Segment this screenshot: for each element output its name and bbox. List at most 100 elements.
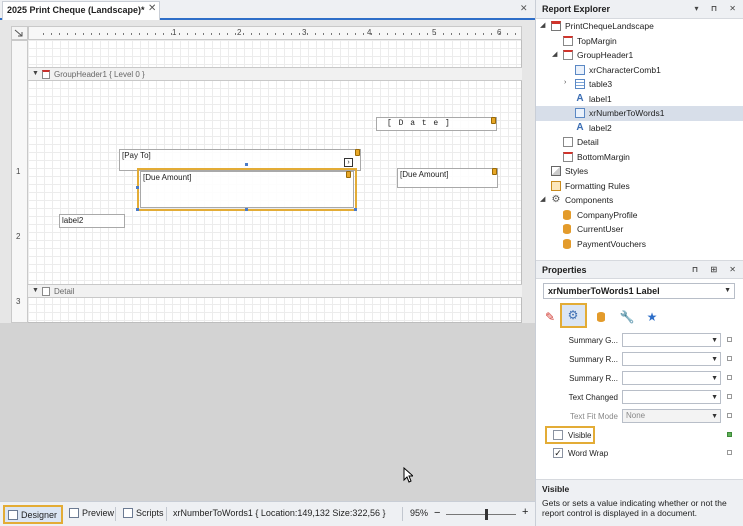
property-marker[interactable] xyxy=(727,413,732,418)
property-marker[interactable] xyxy=(727,375,732,380)
property-value-dropdown[interactable]: ▼ xyxy=(622,390,721,404)
property-value-dropdown[interactable]: ▼ xyxy=(622,352,721,366)
gear-icon: ⚙ xyxy=(551,194,561,205)
ruler-vertical[interactable]: 1 2 3 xyxy=(11,40,28,323)
group-header-band-strip[interactable]: ▼ GroupHeader1 { Level 0 } xyxy=(28,67,522,81)
detail-band-icon xyxy=(42,287,50,296)
scripts-tab-button[interactable]: Scripts xyxy=(120,505,167,524)
tree-item[interactable]: › table3 xyxy=(536,77,743,92)
selected-object-combo[interactable]: xrNumberToWords1 Label ▼ xyxy=(543,283,735,299)
report-page[interactable]: ▼ GroupHeader1 { Level 0 } [ D a t e ] [… xyxy=(28,40,522,323)
ruler-number: 3 xyxy=(302,28,307,37)
resize-handle[interactable] xyxy=(136,186,139,189)
expander-icon[interactable]: › xyxy=(564,79,573,86)
designer-surface[interactable]: 1234567 123 ▼ GroupHeader1 { Level 0 } [… xyxy=(0,22,535,501)
tree-item-label: xrCharacterComb1 xyxy=(589,64,661,75)
property-marker[interactable] xyxy=(727,356,732,361)
resize-handle[interactable] xyxy=(136,208,139,211)
property-marker[interactable] xyxy=(727,394,732,399)
tree-item[interactable]: CurrentUser xyxy=(536,222,743,237)
property-value-dropdown[interactable]: None ▼ xyxy=(622,409,721,423)
close-icon[interactable]: ✕ xyxy=(148,3,156,14)
preview-tab-button[interactable]: Preview xyxy=(66,505,117,524)
resize-handle[interactable] xyxy=(245,208,248,211)
document-tab[interactable]: 2025 Print Cheque (Landscape)* xyxy=(2,1,160,20)
tree-item[interactable]: ◢ ⚙ Components xyxy=(536,193,743,208)
zoom-slider-thumb[interactable] xyxy=(484,509,488,520)
smart-tag-icon[interactable]: › xyxy=(344,158,353,167)
zoom-out-icon[interactable]: − xyxy=(434,507,440,519)
tabstrip-close-icon[interactable]: ✕ xyxy=(520,3,528,14)
property-marker[interactable] xyxy=(727,432,732,437)
control-tag-icon[interactable] xyxy=(491,117,496,124)
selected-object-name: xrNumberToWords1 Label xyxy=(548,286,660,296)
tree-item[interactable]: BottomMargin xyxy=(536,150,743,165)
control-tag-icon[interactable] xyxy=(355,149,360,156)
control-tag-icon[interactable] xyxy=(492,168,497,175)
ruler-tick xyxy=(299,33,300,35)
tree-item[interactable]: Alabel2 xyxy=(536,121,743,136)
collapse-arrow-icon[interactable]: ▼ xyxy=(32,70,39,77)
property-grid[interactable]: Summary G... ▼ Summary R... ▼ Summary R... ▼ T… xyxy=(536,330,743,470)
ruler-tick xyxy=(235,33,236,35)
tree-item[interactable]: xrNumberToWords1 xyxy=(536,106,743,121)
checkbox[interactable]: ✓ xyxy=(553,448,563,458)
tree-item[interactable]: xrCharacterComb1 xyxy=(536,63,743,78)
report-explorer-tree[interactable]: ◢ PrintChequeLandscape TopMargin ◢ GroupHead… xyxy=(536,19,743,259)
designer-tab-button[interactable]: Designer xyxy=(3,505,63,524)
pencil-icon[interactable]: ✎ xyxy=(542,309,558,325)
label2-control[interactable]: label2 xyxy=(59,214,125,228)
collapse-arrow-icon[interactable]: ▼ xyxy=(32,287,39,294)
property-value-dropdown[interactable]: ▼ xyxy=(622,371,721,385)
behavior-tab-selected[interactable]: ⚙ xyxy=(560,303,587,328)
property-value-dropdown[interactable]: ▼ xyxy=(622,333,721,347)
status-text: xrNumberToWords1 { Location:149,132 Size… xyxy=(173,508,386,518)
ruler-tick xyxy=(331,33,332,35)
right-dock-panel: Report Explorer ▾ ⊓ ✕ ◢ PrintChequeLandsc… xyxy=(535,0,743,526)
expander-icon[interactable]: ◢ xyxy=(540,21,549,29)
tree-item[interactable]: Styles xyxy=(536,164,743,179)
property-label: Summary G... xyxy=(568,336,618,345)
document-tab-title: 2025 Print Cheque (Landscape)* xyxy=(7,5,145,15)
band-icon xyxy=(563,151,573,162)
due-amount-label[interactable]: [Due Amount] xyxy=(397,168,498,188)
tree-item[interactable]: Formatting Rules xyxy=(536,179,743,194)
tree-item[interactable]: TopMargin xyxy=(536,34,743,49)
date-character-comb[interactable]: [ D a t e ] xyxy=(376,117,497,131)
tree-item[interactable]: CompanyProfile xyxy=(536,208,743,223)
expander-icon[interactable]: ◢ xyxy=(540,195,549,203)
database-icon[interactable] xyxy=(593,309,609,325)
tree-item[interactable]: ◢ PrintChequeLandscape xyxy=(536,19,743,34)
panel-window-buttons[interactable]: ⊓ ⊞ ✕ xyxy=(692,265,741,274)
zoom-slider-track[interactable] xyxy=(446,509,516,520)
resize-handle[interactable] xyxy=(354,208,357,211)
tree-item[interactable]: Alabel1 xyxy=(536,92,743,107)
ruler-horizontal[interactable]: 1234567 xyxy=(28,26,522,40)
wrench-icon[interactable]: 🔧 xyxy=(619,309,635,325)
tree-item[interactable]: Detail xyxy=(536,135,743,150)
ruler-tick xyxy=(155,33,156,35)
database-icon xyxy=(563,238,571,249)
property-marker[interactable] xyxy=(727,450,732,455)
tree-item[interactable]: ◢ GroupHeader1 xyxy=(536,48,743,63)
separator xyxy=(115,507,116,521)
property-marker[interactable] xyxy=(727,337,732,342)
resize-handle[interactable] xyxy=(245,163,248,166)
control-tag-icon[interactable] xyxy=(346,171,351,178)
zoom-in-icon[interactable]: + xyxy=(522,506,528,518)
ruler-tick xyxy=(459,33,460,35)
ruler-tick xyxy=(259,33,260,35)
tree-item[interactable]: PaymentVouchers xyxy=(536,237,743,252)
tree-item-label: CurrentUser xyxy=(577,224,624,234)
star-icon[interactable]: ★ xyxy=(644,309,660,325)
chevron-down-icon: ▼ xyxy=(711,337,718,344)
ruler-tick xyxy=(507,33,508,35)
panel-window-buttons[interactable]: ▾ ⊓ ✕ xyxy=(694,4,741,13)
ruler-tick xyxy=(147,33,148,35)
ruler-tick xyxy=(387,33,388,35)
expander-icon[interactable]: ◢ xyxy=(552,50,561,58)
checkbox[interactable] xyxy=(553,430,563,440)
tree-item-label: Styles xyxy=(565,166,589,176)
detail-band-strip[interactable]: ▼ Detail xyxy=(28,284,522,298)
ruler-corner[interactable] xyxy=(11,26,28,40)
